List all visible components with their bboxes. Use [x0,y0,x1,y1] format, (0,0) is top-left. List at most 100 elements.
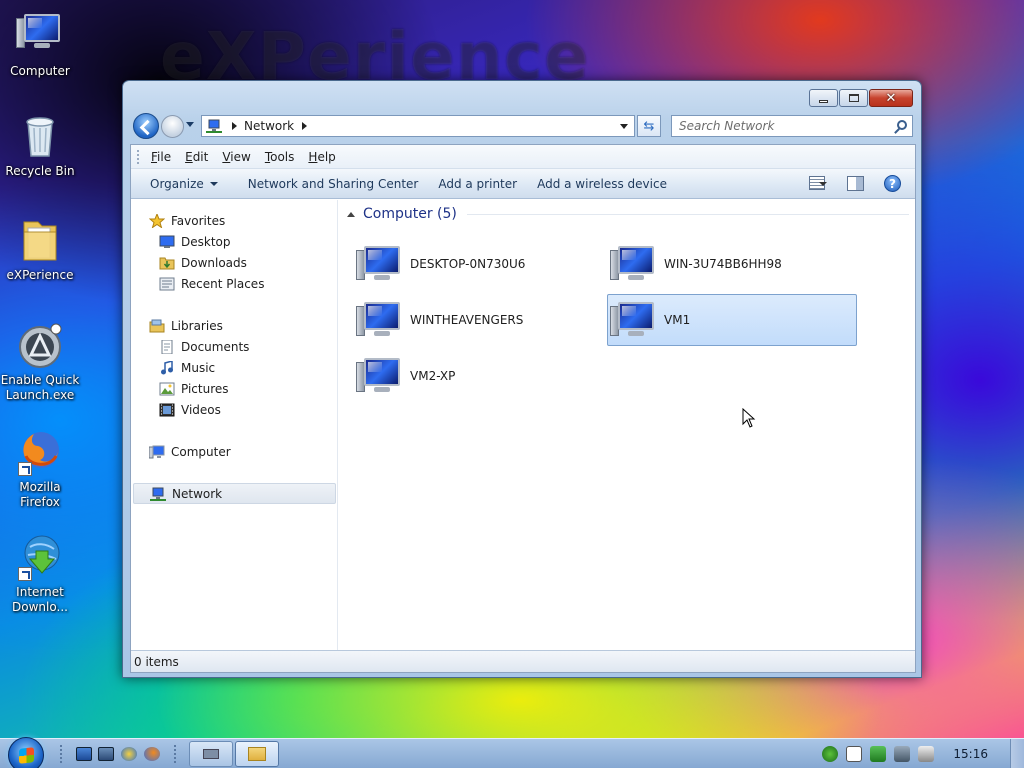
nav-downloads[interactable]: Downloads [159,252,364,273]
desktop-icon-enable-quick-launch[interactable]: Enable Quick Launch.exe [0,321,80,403]
status-item-count: 0 items [134,654,179,669]
desktop-icon-computer[interactable]: Computer [0,8,80,79]
switch-windows-icon[interactable] [98,747,114,761]
menu-tools[interactable]: Tools [258,150,302,164]
nav-network[interactable]: Network [133,483,336,504]
nav-documents-label: Documents [181,339,250,354]
address-bar[interactable]: Network [201,115,635,137]
computer-item[interactable]: WIN-3U74BB6HH98 [607,238,857,290]
desktop-icon-label: eXPerience [6,268,74,282]
download-manager-tray-icon[interactable] [822,746,838,762]
menu-file[interactable]: File [144,150,178,164]
taskbar-button-keyboard[interactable] [189,741,233,767]
group-header-label: Computer (5) [363,206,457,222]
desktop-icon-label: Computer [10,64,70,78]
recent-pages-dropdown[interactable] [186,122,194,127]
forward-button[interactable] [161,115,184,138]
notes-tray-icon[interactable] [846,746,862,762]
folder-icon [248,747,266,761]
desktop-icon-experience-folder[interactable]: eXPerience [0,216,80,283]
music-icon [159,359,175,375]
refresh-button[interactable]: ⇆ [637,115,661,137]
breadcrumb-separator-icon[interactable] [302,122,308,130]
nav-favorites[interactable]: Favorites [148,210,354,231]
nav-libraries-label: Libraries [171,318,223,333]
computer-item[interactable]: WINTHEAVENGERS [353,294,603,346]
window-client-area: File Edit View Tools Help Organize Netwo… [130,144,916,673]
collapse-group-icon[interactable] [347,211,355,217]
nav-desktop[interactable]: Desktop [159,231,364,252]
nav-favorites-label: Favorites [171,213,226,228]
add-printer-button[interactable]: Add a printer [428,177,527,191]
address-dropdown-icon[interactable] [620,124,628,129]
desktop-icon-recycle-bin[interactable]: Recycle Bin [0,112,80,179]
close-button[interactable]: ✕ [869,89,913,107]
command-bar: Organize Network and Sharing Center Add … [131,169,915,199]
caption-buttons: ✕ [809,89,913,107]
navigation-pane: Favorites Desktop Downloads Recent Place… [131,200,338,652]
chevron-down-icon [209,182,218,186]
nav-pictures[interactable]: Pictures [159,378,364,399]
nav-recent-places[interactable]: Recent Places [159,273,364,294]
nav-computer[interactable]: Computer [148,441,354,462]
nav-documents[interactable]: Documents [159,336,364,357]
desktop-icon-label: Internet Downlo... [12,585,68,614]
menu-grip [137,149,140,164]
maximize-icon [848,94,859,102]
refresh-icon: ⇆ [643,118,655,134]
preview-pane-icon[interactable] [847,176,864,191]
menu-edit[interactable]: Edit [178,150,215,164]
desktop-icon-internet-download-manager[interactable]: Internet Downlo... [0,533,80,615]
menu-view[interactable]: View [215,150,257,164]
volume-muted-icon[interactable] [918,746,934,762]
computer-item[interactable]: VM2-XP [353,350,603,402]
search-box[interactable] [671,115,913,137]
security-shield-icon[interactable] [870,746,886,762]
computer-item[interactable]: DESKTOP-0N730U6 [353,238,603,290]
videos-icon [159,403,175,417]
download-manager-icon [16,533,64,581]
computer-icon [148,445,165,459]
group-header-computer[interactable]: Computer (5) [347,206,909,222]
breadcrumb-network[interactable]: Network [244,119,294,133]
desktop-icon-firefox[interactable]: Mozilla Firefox [0,428,80,510]
network-sharing-center-button[interactable]: Network and Sharing Center [238,177,429,191]
nav-libraries[interactable]: Libraries [149,315,354,336]
back-button[interactable] [133,113,159,139]
internet-explorer-icon[interactable] [121,747,137,761]
shortcut-arrow-icon [18,567,32,581]
maximize-button[interactable] [839,89,868,107]
computer-item-selected[interactable]: VM1 [607,294,857,346]
help-icon[interactable]: ? [884,175,901,192]
view-options-dropdown-icon[interactable] [819,182,827,186]
show-desktop-quicklaunch-icon[interactable] [76,747,92,761]
minimize-button[interactable] [809,89,838,107]
nav-network-label: Network [172,486,223,501]
add-wireless-device-button[interactable]: Add a wireless device [527,177,677,191]
nav-desktop-label: Desktop [181,234,231,249]
network-tray-icon[interactable] [894,746,910,762]
taskbar-button-explorer[interactable] [235,741,279,767]
start-button[interactable] [8,737,44,768]
content-pane: Computer (5) DESKTOP-0N730U6 WIN-3U74BB6… [339,200,915,652]
search-input[interactable] [672,116,882,136]
computer-icon [16,12,64,60]
show-desktop-button[interactable] [1010,739,1024,768]
documents-icon [159,339,175,354]
nav-music[interactable]: Music [159,357,364,378]
firefox-icon[interactable] [144,747,160,761]
organize-button[interactable]: Organize [140,177,228,191]
breadcrumb-separator-icon[interactable] [232,122,237,130]
nav-computer-label: Computer [171,444,231,459]
minimize-icon [819,99,828,103]
taskbar-clock[interactable]: 15:16 [953,747,988,761]
explorer-body: Favorites Desktop Downloads Recent Place… [131,200,915,652]
navigation-bar: Network ⇆ [131,113,913,139]
network-computer-icon [610,300,658,340]
search-icon[interactable] [897,120,907,130]
desktop-icon-label: Mozilla Firefox [19,480,61,509]
group-divider [466,213,909,215]
nav-videos[interactable]: Videos [159,399,364,420]
menu-help[interactable]: Help [301,150,342,164]
nav-pictures-label: Pictures [181,381,229,396]
